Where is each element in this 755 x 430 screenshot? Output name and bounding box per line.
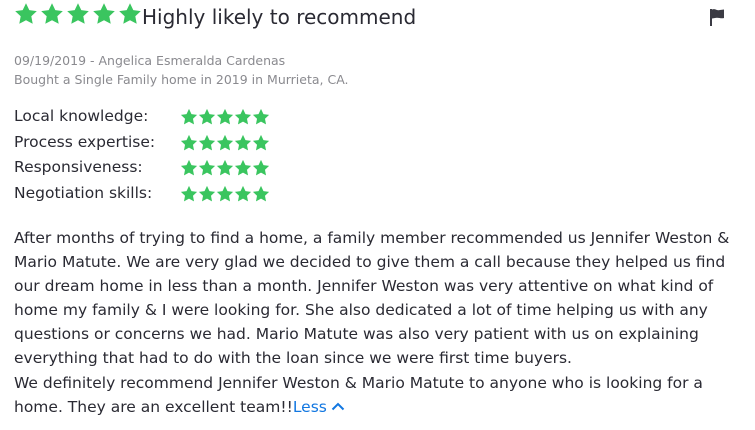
star-icon [198,159,216,177]
review-card: Highly likely to recommend 09/19/2019 - … [14,0,744,430]
rating-stars [180,108,270,126]
flag-icon[interactable] [709,8,725,26]
review-body-line: home. They are an excellent team!! [14,397,293,416]
rating-row-responsiveness: Responsiveness: [14,155,314,181]
overall-star-rating [14,2,142,26]
star-icon [180,159,198,177]
star-icon [198,108,216,126]
review-header: Highly likely to recommend [14,2,744,32]
review-body-line: questions or concerns we had. Mario Matu… [14,325,699,344]
star-icon [252,134,270,152]
review-body-line: Mario Matute. We are very glad we decide… [14,253,726,272]
star-icon [234,185,252,203]
star-icon [216,108,234,126]
star-icon [40,2,64,26]
review-date-author: 09/19/2019 - Angelica Esmeralda Cardenas [14,53,286,68]
star-icon [216,134,234,152]
review-body-last-line: home. They are an excellent team!!Less [14,395,744,419]
rating-row-local-knowledge: Local knowledge: [14,104,314,130]
rating-stars [180,159,270,177]
review-headline: Highly likely to recommend [142,5,417,29]
rating-label: Responsiveness: [14,158,143,176]
star-icon [92,2,116,26]
review-body-line: After months of trying to find a home, a… [14,229,730,247]
star-icon [180,108,198,126]
sub-ratings: Local knowledge: Process expertise: Resp… [14,104,314,206]
review-body-line: We definitely recommend Jennifer Weston … [14,373,703,392]
star-icon [14,2,38,26]
star-icon [234,159,252,177]
star-icon [198,134,216,152]
star-icon [198,185,216,203]
rating-label: Local knowledge: [14,107,149,125]
star-icon [66,2,90,26]
star-icon [180,185,198,203]
star-icon [252,159,270,177]
star-icon [118,2,142,26]
review-body-line: our dream home in less than a month. Jen… [14,277,714,296]
rating-stars [180,185,270,203]
rating-row-process-expertise: Process expertise: [14,130,314,156]
review-body-line: everything that had to do with the loan … [14,349,572,368]
star-icon [252,185,270,203]
star-icon [234,108,252,126]
rating-label: Negotiation skills: [14,183,153,202]
chevron-up-icon[interactable] [331,394,345,418]
star-icon [216,159,234,177]
rating-row-negotiation-skills: Negotiation skills: [14,181,314,207]
review-body-line: home my family & I were looking for. She… [14,301,708,320]
star-icon [216,185,234,203]
star-icon [234,134,252,152]
star-icon [180,134,198,152]
rating-label: Process expertise: [14,132,156,151]
review-body: After months of trying to find a home, a… [14,226,744,419]
review-meta: 09/19/2019 - Angelica Esmeralda Cardenas… [14,51,349,89]
review-transaction: Bought a Single Family home in 2019 in M… [14,72,349,87]
star-icon [252,108,270,126]
rating-stars [180,134,270,152]
less-link[interactable]: Less [293,398,345,416]
less-label[interactable]: Less [293,398,327,416]
